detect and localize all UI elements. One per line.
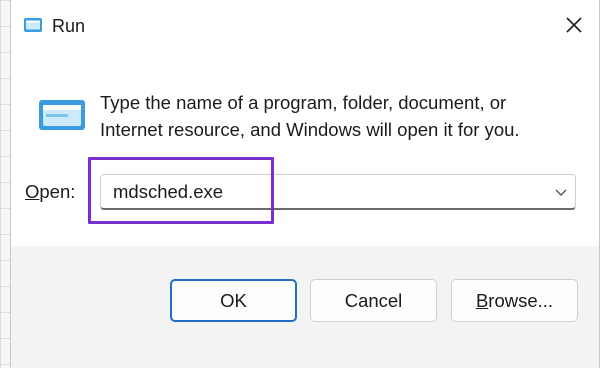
browse-access-key: B <box>475 289 489 311</box>
cancel-button[interactable]: Cancel <box>310 279 437 322</box>
open-combobox[interactable] <box>100 174 576 210</box>
open-input[interactable] <box>101 175 541 208</box>
open-label: Open: <box>25 181 75 203</box>
ok-button[interactable]: OK <box>170 279 297 322</box>
open-label-text: pen: <box>39 181 76 202</box>
close-icon[interactable] <box>563 14 585 36</box>
open-label-access-key: O <box>25 181 40 202</box>
run-program-icon <box>39 100 85 130</box>
chevron-down-icon[interactable] <box>553 184 569 200</box>
run-instructions: Type the name of a program, folder, docu… <box>100 92 520 140</box>
browse-label-text: rowse... <box>488 289 554 311</box>
browse-button[interactable]: Browse... <box>451 279 578 322</box>
window-title: Run <box>52 16 86 36</box>
run-app-icon <box>24 18 42 32</box>
title-bar: Run <box>11 0 599 52</box>
run-dialog: Run Type the name of a program, folder, … <box>10 0 600 368</box>
